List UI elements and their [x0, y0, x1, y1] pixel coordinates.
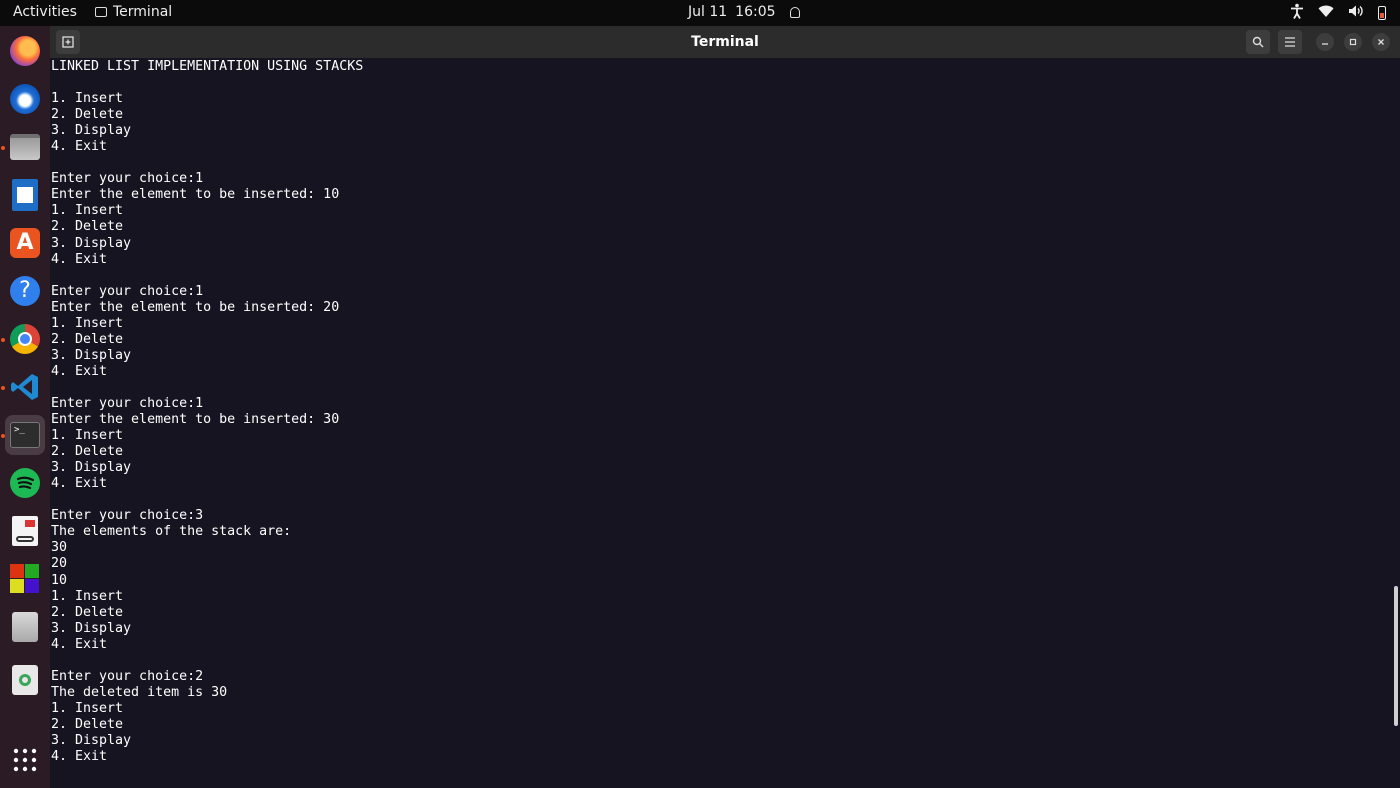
terminal-line: 1. Insert: [51, 428, 124, 444]
document-viewer-icon[interactable]: [5, 511, 45, 551]
terminal-line: Enter your choice:1: [51, 395, 204, 411]
thunderbird-icon[interactable]: [5, 79, 45, 119]
terminal-line: 2. Delete: [51, 219, 124, 235]
terminal-line: 3. Display: [51, 620, 132, 636]
terminal-output[interactable]: LINKED LIST IMPLEMENTATION USING STACKS …: [51, 59, 1381, 788]
battery-icon[interactable]: [1378, 6, 1386, 20]
close-icon[interactable]: [1372, 33, 1390, 51]
app-center-icon[interactable]: A: [5, 223, 45, 263]
terminal-line: 4. Exit: [51, 636, 108, 652]
terminal-line: 4. Exit: [51, 749, 108, 765]
terminal-line: 20: [51, 556, 68, 572]
firefox-icon[interactable]: [5, 31, 45, 71]
clock-date: Jul 11: [688, 4, 728, 20]
terminal-line: 30: [51, 540, 68, 556]
spotify-icon[interactable]: [5, 463, 45, 503]
terminal-line: 2. Delete: [51, 107, 124, 123]
terminal-line: 2. Delete: [51, 716, 124, 732]
maximize-icon[interactable]: [1344, 33, 1362, 51]
chrome-icon[interactable]: [5, 319, 45, 359]
terminal-line: 2. Delete: [51, 444, 124, 460]
top-bar: Activities Terminal Jul 11 16:05: [0, 0, 1400, 26]
terminal-line: 3. Display: [51, 123, 132, 139]
terminal-line: 1. Insert: [51, 588, 124, 604]
terminal-line: Enter your choice:3: [51, 508, 204, 524]
title-bar[interactable]: Terminal: [50, 26, 1400, 58]
hamburger-menu-icon[interactable]: [1278, 30, 1302, 54]
activities-button[interactable]: Activities: [13, 4, 77, 20]
vscode-icon[interactable]: [5, 367, 45, 407]
terminal-line: Enter your choice:1: [51, 171, 204, 187]
app-menu-label: Terminal: [113, 4, 173, 20]
terminal-line: 4. Exit: [51, 476, 108, 492]
trash-icon[interactable]: [5, 660, 45, 700]
bell-icon: [789, 6, 800, 18]
accessibility-icon[interactable]: [1290, 3, 1304, 24]
terminal-icon[interactable]: >_: [5, 415, 45, 455]
terminal-line: 4. Exit: [51, 139, 108, 155]
terminal-line: 4. Exit: [51, 363, 108, 379]
terminal-line: The deleted item is 30: [51, 684, 228, 700]
system-tray[interactable]: [1290, 3, 1386, 24]
search-icon[interactable]: [1246, 30, 1270, 54]
terminal-line: 3. Display: [51, 732, 132, 748]
window-title: Terminal: [691, 34, 759, 50]
minimize-icon[interactable]: [1316, 33, 1334, 51]
terminal-line: 3. Display: [51, 235, 132, 251]
storage-icon[interactable]: [5, 607, 45, 647]
terminal-line: 2. Delete: [51, 331, 124, 347]
help-icon[interactable]: ?: [5, 271, 45, 311]
terminal-line: 1. Insert: [51, 203, 124, 219]
terminal-line: 3. Display: [51, 460, 132, 476]
terminal-line: 4. Exit: [51, 251, 108, 267]
writer-icon[interactable]: [5, 175, 45, 215]
terminal-line: Enter your choice:2: [51, 668, 204, 684]
terminal-line: Enter the element to be inserted: 30: [51, 412, 340, 428]
terminal-line: 1. Insert: [51, 700, 124, 716]
terminal-line: Enter the element to be inserted: 20: [51, 299, 340, 315]
terminal-line: 2. Delete: [51, 604, 124, 620]
app-grid-icon[interactable]: [5, 740, 45, 780]
terminal-mini-icon: [95, 7, 107, 17]
dock: A ? >_: [0, 26, 50, 788]
volume-icon[interactable]: [1348, 4, 1364, 23]
terminal-line: Enter the element to be inserted: 10: [51, 187, 340, 203]
wifi-icon[interactable]: [1318, 4, 1334, 23]
terminal-line: The elements of the stack are:: [51, 524, 292, 540]
clock-time: 16:05: [735, 4, 776, 20]
terminal-line: 3. Display: [51, 347, 132, 363]
color-blocks-icon[interactable]: [5, 559, 45, 599]
terminal-line: 1. Insert: [51, 315, 124, 331]
terminal-line: 10: [51, 572, 68, 588]
terminal-line: 1. Insert: [51, 91, 124, 107]
terminal-line: Enter your choice:1: [51, 283, 204, 299]
scrollbar[interactable]: [1394, 586, 1398, 726]
terminal-window: Terminal LINKED LIST IMPLEMENTATION USIN…: [50, 26, 1400, 788]
clock[interactable]: Jul 11 16:05: [688, 4, 800, 20]
terminal-line: LINKED LIST IMPLEMENTATION USING STACKS: [51, 59, 364, 74]
app-menu[interactable]: Terminal: [95, 4, 172, 20]
files-icon[interactable]: [5, 127, 45, 167]
